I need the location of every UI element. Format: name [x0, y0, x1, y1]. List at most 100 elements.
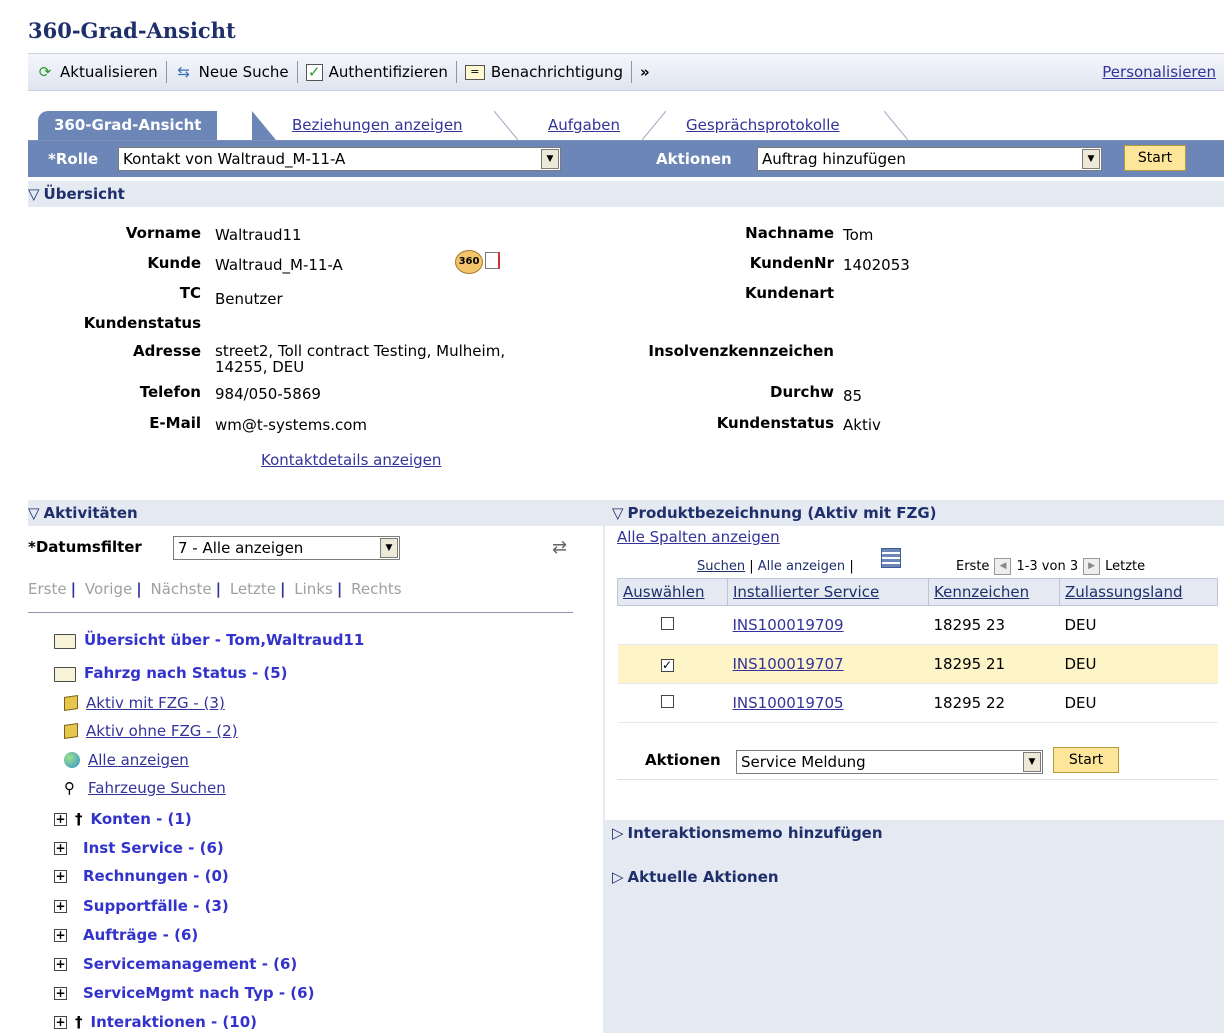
tab-conversation-logs[interactable]: Gesprächsprotokolle	[670, 111, 856, 140]
tree-item-show-all[interactable]: Alle anzeigen	[64, 751, 189, 769]
nav-previous[interactable]: Vorige	[85, 580, 132, 598]
activities-header[interactable]: ▽ Aktivitäten	[28, 500, 603, 526]
nav-next[interactable]: Nächste	[150, 580, 211, 598]
nav-first[interactable]: Erste	[28, 580, 67, 598]
tree-service-mgmt-type-label: ServiceMgmt nach Typ - (6)	[83, 984, 315, 1002]
activities-nav: Erste | Vorige | Nächste | Letzte | Links | R…	[28, 580, 402, 598]
authenticate-button[interactable]: ✓ Authentifizieren	[298, 61, 457, 83]
tree-item-search-vehicles[interactable]: ⚲ Fahrzeuge Suchen	[64, 779, 226, 797]
actions-divider	[617, 779, 1218, 780]
grid-range: 1-3 von 3	[1016, 559, 1079, 574]
tc-value: Benutzer	[215, 290, 283, 308]
products-header[interactable]: ▽ Produktbezeichnung (Aktiv mit FZG)	[605, 500, 1224, 526]
tree-item-active-with[interactable]: Aktiv mit FZG - (3)	[64, 694, 225, 712]
tree-item-service-mgmt[interactable]: + Servicemanagement - (6)	[54, 955, 297, 973]
tab-separator	[642, 111, 666, 140]
activities-title: Aktivitäten	[43, 504, 138, 522]
date-filter-value: 7 - Alle anzeigen	[178, 539, 304, 557]
tree-root[interactable]: Übersicht über - Tom,Waltraud11	[54, 631, 364, 649]
tree-item-service-mgmt-type[interactable]: + ServiceMgmt nach Typ - (6)	[54, 984, 314, 1002]
column-header-select[interactable]: Auswählen	[617, 578, 728, 606]
service-link[interactable]: INS100019705	[733, 694, 844, 712]
country-cell: DEU	[1059, 683, 1218, 723]
refresh-button[interactable]: ⟳ Aktualisieren	[28, 61, 167, 83]
grid-download-icon[interactable]	[881, 548, 901, 568]
globe-icon	[64, 752, 80, 768]
memo-header[interactable]: ▷ Interaktionsmemo hinzufügen	[605, 820, 1224, 846]
first-name-value: Waltraud11	[215, 226, 302, 244]
tree-item-accounts[interactable]: + † Konten - (1)	[54, 810, 192, 828]
more-button[interactable]: »	[632, 61, 658, 83]
current-actions-header[interactable]: ▷ Aktuelle Aktionen	[605, 864, 1224, 890]
table-row: ✓ INS100019707 18295 21 DEU	[617, 644, 1218, 684]
new-search-button[interactable]: ⇆ Neue Suche	[167, 61, 298, 83]
360-view-icon[interactable]: 360	[455, 250, 483, 274]
tree-item-interactions[interactable]: + † Interaktionen - (10)	[54, 1013, 257, 1031]
tree-item-inst-service[interactable]: + Inst Service - (6)	[54, 839, 224, 857]
date-filter-label: *Datumsfilter	[28, 538, 142, 556]
last-name-value: Tom	[843, 226, 874, 244]
tab-relationships[interactable]: Beziehungen anzeigen	[276, 111, 479, 140]
expand-plus-icon: +	[54, 985, 67, 1000]
tree-item-invoices[interactable]: + Rechnungen - (0)	[54, 867, 229, 885]
tree-item-vehicles[interactable]: Fahrzg nach Status - (5)	[54, 664, 288, 682]
product-start-button[interactable]: Start	[1053, 747, 1119, 773]
actions-select[interactable]: Auftrag hinzufügen ▼	[757, 147, 1102, 171]
chevron-down-icon: ▼	[541, 149, 559, 169]
grid-first-label[interactable]: Erste	[956, 559, 989, 574]
tree-item-orders[interactable]: + Aufträge - (6)	[54, 926, 198, 944]
row-checkbox[interactable]	[660, 617, 674, 630]
tree-inst-service-label: Inst Service - (6)	[83, 839, 224, 857]
personalize-link[interactable]: Personalisieren	[1102, 63, 1216, 81]
row-checkbox[interactable]	[660, 695, 674, 708]
start-button[interactable]: Start	[1124, 145, 1186, 171]
next-arrow-icon[interactable]: ▶	[1083, 558, 1101, 575]
nav-left[interactable]: Links	[294, 580, 333, 598]
show-all-columns-link[interactable]: Alle Spalten anzeigen	[617, 528, 780, 546]
current-actions-title: Aktuelle Aktionen	[627, 868, 779, 886]
date-filter-select[interactable]: 7 - Alle anzeigen ▼	[173, 536, 400, 560]
tab-360-view[interactable]: 360-Grad-Ansicht	[38, 111, 218, 140]
report-icon[interactable]	[485, 252, 500, 269]
contact-details-link[interactable]: Kontaktdetails anzeigen	[261, 451, 441, 469]
notification-button[interactable]: = Benachrichtigung	[457, 61, 633, 83]
dagger-marker: †	[75, 1013, 83, 1031]
product-actions-label: Aktionen	[645, 751, 721, 769]
notification-label: Benachrichtigung	[490, 63, 624, 81]
nav-last[interactable]: Letzte	[230, 580, 276, 598]
product-actions-select[interactable]: Service Meldung ▼	[736, 750, 1043, 774]
tc-label: TC	[179, 284, 201, 302]
column-header-plate[interactable]: Kennzeichen	[928, 578, 1060, 606]
collapse-triangle-icon: ▽	[612, 504, 624, 522]
service-link[interactable]: INS100019709	[733, 616, 844, 634]
plate-cell: 18295 21	[928, 644, 1060, 684]
row-checkbox[interactable]: ✓	[660, 659, 674, 672]
folder-open-icon	[54, 632, 76, 649]
role-select[interactable]: Kontakt von Waltraud_M-11-A ▼	[118, 147, 561, 171]
overview-header[interactable]: ▽ Übersicht	[28, 181, 1224, 207]
grid-search-link[interactable]: Suchen	[697, 559, 745, 574]
extension-label: Durchw	[770, 383, 834, 401]
tree-item-active-without[interactable]: Aktiv ohne FZG - (2)	[64, 722, 238, 740]
table-row: INS100019705 18295 22 DEU	[617, 683, 1218, 723]
column-header-service[interactable]: Installierter Service	[727, 578, 929, 606]
grid-show-all-link[interactable]: Alle anzeigen	[758, 559, 845, 574]
last-name-label: Nachname	[745, 224, 834, 242]
page-title: 360-Grad-Ansicht	[28, 18, 236, 43]
tree-active-without-label: Aktiv ohne FZG - (2)	[86, 722, 238, 740]
tree-orders-label: Aufträge - (6)	[83, 926, 199, 944]
export-icon[interactable]: ⇄	[552, 537, 567, 558]
nav-right[interactable]: Rechts	[351, 580, 401, 598]
grid-last-label[interactable]: Letzte	[1105, 559, 1145, 574]
tree-vehicles-label: Fahrzg nach Status - (5)	[84, 664, 288, 682]
tab-tasks[interactable]: Aufgaben	[532, 111, 636, 140]
tree-item-support[interactable]: + Supportfälle - (3)	[54, 897, 229, 915]
magnifier-icon: ⚲	[64, 779, 75, 797]
previous-arrow-icon[interactable]: ◀	[994, 558, 1012, 575]
tree-support-label: Supportfälle - (3)	[83, 897, 229, 915]
role-label: *Rolle	[48, 150, 99, 168]
role-bar: *Rolle Kontakt von Waltraud_M-11-A ▼ Akt…	[28, 141, 1224, 177]
column-header-country[interactable]: Zulassungsland	[1059, 578, 1218, 606]
service-link[interactable]: INS100019707	[733, 655, 844, 673]
customer-number-value: 1402053	[843, 256, 910, 274]
